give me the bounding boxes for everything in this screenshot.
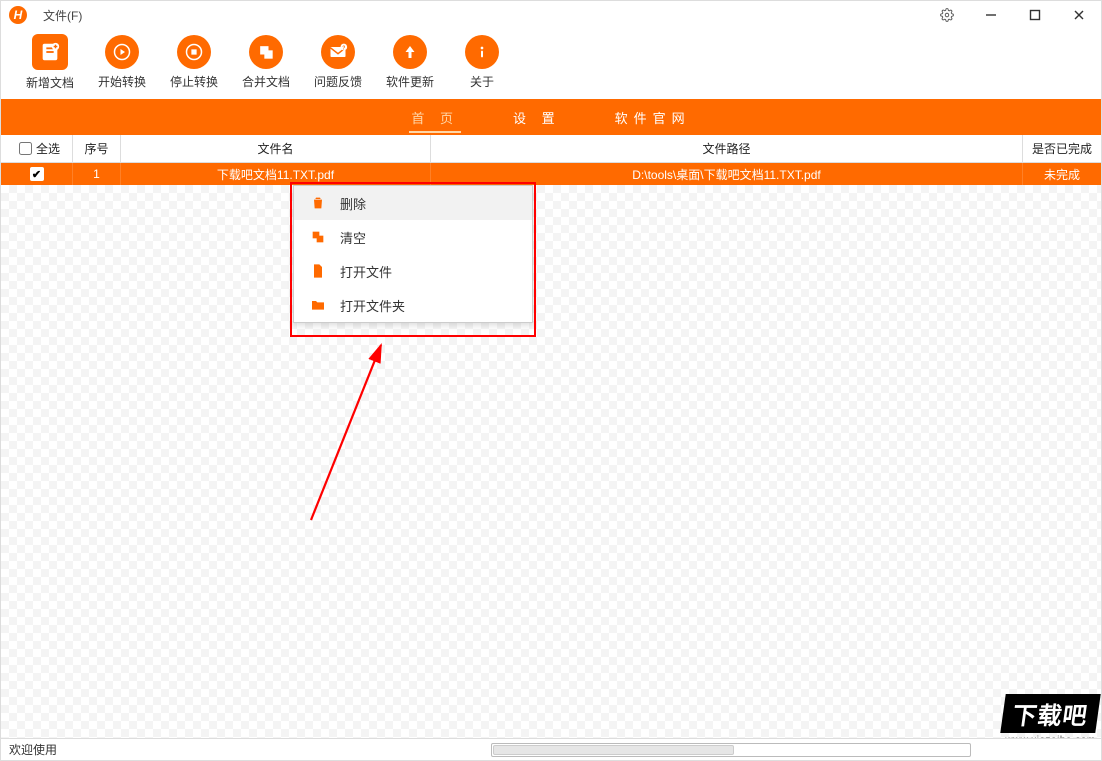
new-doc-button[interactable]: 新增文档 [25,34,75,91]
row-done: 未完成 [1023,163,1101,185]
info-icon [465,35,499,69]
toolbar-label: 问题反馈 [314,73,362,90]
th-done: 是否已完成 [1023,135,1101,162]
th-num: 序号 [73,135,121,162]
table-header: 全选 序号 文件名 文件路径 是否已完成 [1,135,1101,163]
row-name: 下载吧文档11.TXT.pdf [121,163,431,185]
context-open-file[interactable]: 打开文件 [294,254,532,288]
clear-icon [310,229,326,245]
titlebar: H 文件(F) [1,1,1101,29]
row-checkbox-cell[interactable]: ✔ [1,163,73,185]
folder-icon [310,297,326,313]
context-open-folder[interactable]: 打开文件夹 [294,288,532,322]
watermark-text: 下载吧 [1000,694,1100,733]
merge-icon [249,35,283,69]
svg-text:?: ? [342,45,345,51]
context-item-label: 打开文件 [340,262,392,281]
feedback-button[interactable]: ? 问题反馈 [313,35,363,90]
update-button[interactable]: 软件更新 [385,35,435,90]
toolbar-label: 合并文档 [242,73,290,90]
tab-website[interactable]: 软件官网 [613,102,693,133]
context-item-label: 删除 [340,194,366,213]
context-menu: 删除 清空 打开文件 打开文件夹 [293,185,533,323]
mail-icon: ? [321,35,355,69]
app-logo: H [9,6,27,24]
status-welcome: 欢迎使用 [1,741,65,758]
menu-file[interactable]: 文件(F) [43,7,82,24]
status-scrollbar[interactable] [491,743,971,757]
merge-doc-button[interactable]: 合并文档 [241,35,291,90]
context-item-label: 打开文件夹 [340,296,405,315]
tabs-bar: 首 页 设 置 软件官网 [1,99,1101,135]
about-button[interactable]: 关于 [457,35,507,90]
maximize-icon[interactable] [1013,1,1057,29]
settings-icon[interactable] [925,1,969,29]
context-item-label: 清空 [340,228,366,247]
status-bar: 欢迎使用 [1,738,1101,760]
update-icon [393,35,427,69]
context-delete[interactable]: 删除 [294,186,532,220]
toolbar: 新增文档 开始转换 停止转换 合并文档 ? 问题反馈 软件更新 关于 [1,29,1101,99]
trash-icon [310,195,326,211]
new-doc-icon [32,34,68,70]
stop-icon [177,35,211,69]
toolbar-label: 新增文档 [26,74,74,91]
toolbar-label: 关于 [470,73,494,90]
table-row[interactable]: ✔ 1 下载吧文档11.TXT.pdf D:\tools\桌面\下载吧文档11.… [1,163,1101,185]
select-all-checkbox[interactable] [19,142,32,155]
toolbar-label: 软件更新 [386,73,434,90]
file-icon [310,263,326,279]
th-select-all[interactable]: 全选 [1,135,73,162]
select-all-label: 全选 [36,140,60,157]
tab-home[interactable]: 首 页 [409,102,461,133]
row-path: D:\tools\桌面\下载吧文档11.TXT.pdf [431,163,1023,185]
close-icon[interactable] [1057,1,1101,29]
row-checkbox[interactable]: ✔ [30,167,44,181]
toolbar-label: 开始转换 [98,73,146,90]
minimize-icon[interactable] [969,1,1013,29]
stop-convert-button[interactable]: 停止转换 [169,35,219,90]
window-controls [925,1,1101,29]
th-path: 文件路径 [431,135,1023,162]
context-clear[interactable]: 清空 [294,220,532,254]
tab-settings[interactable]: 设 置 [511,102,563,133]
play-icon [105,35,139,69]
content-area: 删除 清空 打开文件 打开文件夹 [1,185,1101,738]
toolbar-label: 停止转换 [170,73,218,90]
th-name: 文件名 [121,135,431,162]
row-num: 1 [73,163,121,185]
annotation-arrow [301,330,421,530]
start-convert-button[interactable]: 开始转换 [97,35,147,90]
